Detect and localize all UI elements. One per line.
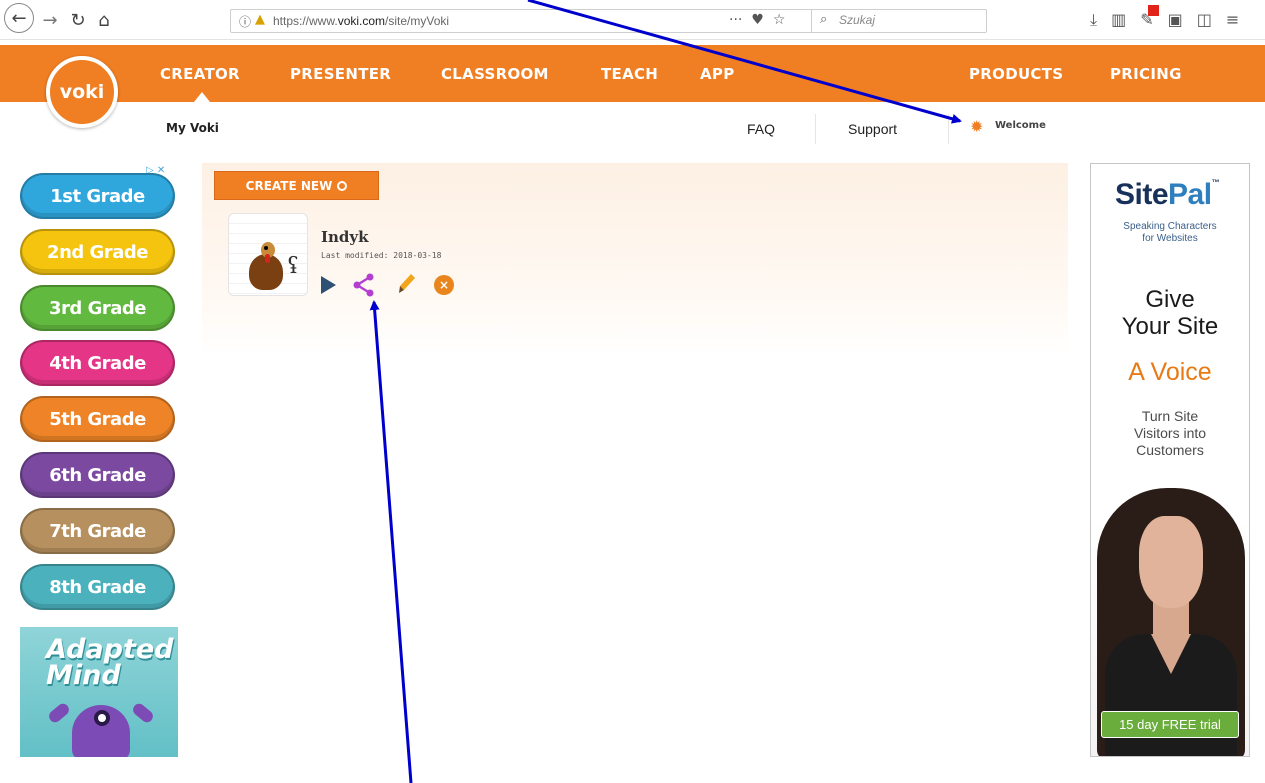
annotation-arrow-share (369, 300, 413, 783)
page-actions: ··· ♥ ☆ (729, 12, 785, 28)
pocket-icon[interactable]: ♥ (751, 12, 764, 28)
nav-teach[interactable]: TEACH (601, 65, 658, 83)
forward-arrow-icon[interactable]: → (38, 6, 62, 34)
plus-circle-icon (337, 180, 348, 191)
address-bar[interactable]: ⓘ ▲ https://www.voki.com/site/myVoki ···… (230, 9, 987, 33)
annotation-arrows (369, 0, 962, 783)
faq-link[interactable]: FAQ (747, 121, 775, 137)
home-icon[interactable]: ⌂ (92, 6, 116, 34)
grade-button-5[interactable]: 5th Grade (20, 396, 175, 442)
nav-classroom[interactable]: CLASSROOM (441, 65, 549, 83)
adaptedmind-logo: Adapted Mind (46, 634, 174, 691)
support-link[interactable]: Support (848, 121, 897, 137)
create-new-label: CREATE NEW (245, 178, 333, 193)
free-trial-button[interactable]: 15 day FREE trial (1101, 711, 1239, 738)
download-icon[interactable]: ⤓ (1090, 10, 1097, 30)
bookmark-star-icon[interactable]: ☆ (773, 12, 786, 28)
screenshot-icon[interactable]: ▣ (1168, 10, 1183, 30)
nav-pricing[interactable]: PRICING (1110, 65, 1182, 83)
ad-headline: Give Your Site (1121, 286, 1219, 340)
grade-button-1[interactable]: 1st Grade (20, 173, 175, 219)
back-arrow-icon[interactable]: ← (4, 3, 34, 33)
pencil-icon[interactable] (398, 273, 416, 295)
library-icon[interactable]: ▥ (1111, 10, 1126, 30)
sitepal-ad[interactable]: SitePal™ Speaking Characters for Websites… (1090, 163, 1250, 757)
voki-title: Indyk (321, 228, 369, 246)
voki-modified-date: Last modified: 2018-03-18 (321, 251, 442, 260)
monster-eye (94, 710, 110, 726)
monster-arm (46, 701, 72, 725)
divider (815, 114, 816, 144)
gear-icon[interactable]: ✹ (970, 119, 986, 135)
nav-app[interactable]: APP (700, 65, 735, 83)
play-icon[interactable] (321, 276, 336, 294)
ad-headline-accent: A Voice (1128, 358, 1212, 386)
url-text[interactable]: https://www.voki.com/site/myVoki (273, 14, 449, 28)
delete-icon[interactable]: × (434, 275, 454, 295)
sidebar-icon[interactable]: ◫ (1197, 10, 1212, 30)
nav-products[interactable]: PRODUCTS (969, 65, 1063, 83)
divider (948, 114, 949, 144)
toolbar-icons: ⤓ ▥ ✎ ▣ ◫ ≡ (1090, 5, 1239, 30)
turkey-eye (264, 246, 268, 250)
grade-button-6[interactable]: 6th Grade (20, 452, 175, 498)
addon-icon[interactable]: ✎ (1140, 5, 1159, 30)
grade-button-4[interactable]: 4th Grade (20, 340, 175, 386)
monster-arm (130, 701, 156, 725)
sitepal-tagline: Speaking Characters for Websites (1123, 221, 1217, 244)
scribble-mark: ʢ (287, 254, 299, 279)
grade-button-2[interactable]: 2nd Grade (20, 229, 175, 275)
search-placeholder: Szukaj (839, 13, 876, 27)
more-actions-icon[interactable]: ··· (729, 12, 742, 28)
search-icon: ⌕ (820, 12, 828, 27)
sitepal-logo: SitePal™ (1115, 178, 1220, 211)
adaptedmind-ad[interactable]: Adapted Mind (20, 627, 178, 757)
info-icon[interactable]: ⓘ (239, 13, 251, 30)
voki-logo[interactable]: voki (46, 56, 118, 128)
reload-icon[interactable]: ↻ (66, 6, 90, 34)
warning-lock-icon[interactable]: ▲ (255, 12, 265, 27)
grade-button-7[interactable]: 7th Grade (20, 508, 175, 554)
active-nav-caret (194, 92, 210, 102)
avatar-face (1139, 516, 1203, 608)
voki-thumbnail[interactable]: ʢ (228, 213, 308, 296)
share-icon[interactable] (352, 273, 376, 297)
create-new-button[interactable]: CREATE NEW (214, 171, 379, 200)
menu-icon[interactable]: ≡ (1226, 10, 1239, 30)
turkey-wattle (265, 254, 270, 263)
welcome-menu[interactable]: Welcome (995, 120, 1046, 131)
ad-subtext: Turn Site Visitors into Customers (1133, 408, 1207, 458)
grade-button-8[interactable]: 8th Grade (20, 564, 175, 610)
page-title: My Voki (166, 121, 219, 135)
browser-toolbar: ← → ↻ ⌂ ⓘ ▲ https://www.voki.com/site/my… (0, 0, 1265, 40)
nav-presenter[interactable]: PRESENTER (290, 65, 391, 83)
nav-creator[interactable]: CREATOR (160, 65, 240, 83)
search-input[interactable]: ⌕ Szukaj (811, 9, 987, 33)
grade-button-3[interactable]: 3rd Grade (20, 285, 175, 331)
